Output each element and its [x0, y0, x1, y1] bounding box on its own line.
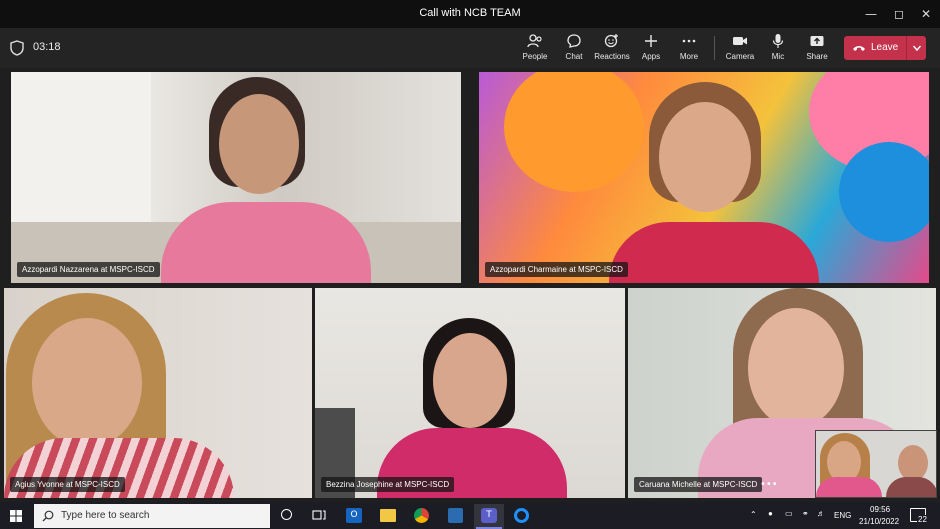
chat-icon — [567, 34, 581, 48]
network-app-icon[interactable] — [448, 508, 463, 523]
meeting-toolbar: 03:18 People Chat Reactions Apps More Ca… — [0, 28, 940, 68]
participant-face — [219, 94, 299, 194]
windows-start-icon[interactable] — [10, 510, 22, 522]
chat-button[interactable]: Chat — [560, 31, 588, 65]
apps-label: Apps — [641, 52, 661, 61]
background-wall — [11, 72, 151, 222]
reactions-button[interactable]: Reactions — [594, 31, 630, 65]
people-button[interactable]: People — [520, 31, 550, 65]
windows-taskbar: Type here to search O T ⌃ ● ▭ ⚭ ♬ ENG 09… — [0, 502, 940, 529]
self-view[interactable] — [815, 430, 937, 498]
notification-count: 22 — [917, 515, 928, 524]
more-label: More — [679, 52, 699, 61]
participant-name: Agius Yvonne at MSPC-ISCD — [10, 477, 125, 492]
video-tile[interactable]: Agius Yvonne at MSPC-ISCD — [4, 288, 312, 498]
microphone-icon — [772, 34, 784, 48]
toolbar-divider — [714, 36, 715, 60]
phone-hangup-icon — [853, 46, 865, 51]
participant-shirt — [609, 222, 819, 283]
mic-button[interactable]: Mic — [766, 31, 790, 65]
leave-divider — [906, 36, 907, 60]
participant-face — [898, 445, 928, 481]
window-title-bar: Call with NCB TEAM — ◻ ✕ — [0, 0, 940, 28]
window-title: Call with NCB TEAM — [419, 7, 521, 19]
participant-shirt — [886, 477, 936, 497]
search-icon — [42, 510, 54, 522]
people-label: People — [522, 52, 548, 61]
chrome-icon[interactable] — [414, 508, 429, 523]
video-tile[interactable]: Bezzina Josephine at MSPC-ISCD — [315, 288, 625, 498]
more-button[interactable]: More — [676, 31, 702, 65]
minimize-icon[interactable]: — — [861, 4, 881, 24]
close-icon[interactable]: ✕ — [916, 4, 936, 24]
camera-button[interactable]: Camera — [724, 31, 756, 65]
search-input: Type here to search — [61, 510, 150, 521]
participant-name: Azzopardi Nazzarena at MSPC-ISCD — [17, 262, 160, 277]
camera-icon — [733, 37, 747, 45]
plus-icon — [645, 35, 657, 47]
participant-shirt — [161, 202, 371, 283]
taskbar-search-box[interactable]: Type here to search — [34, 504, 270, 528]
reactions-icon — [604, 34, 618, 48]
participant-face — [433, 333, 507, 428]
video-tile[interactable]: Azzopardi Nazzarena at MSPC-ISCD — [11, 72, 461, 283]
shield-icon — [10, 40, 24, 56]
participant-name: Bezzina Josephine at MSPC-ISCD — [321, 477, 455, 492]
tray-volume-icon[interactable]: ♬ — [817, 509, 825, 518]
teams-icon[interactable]: T — [481, 508, 497, 523]
tray-time[interactable]: 09:56 — [870, 505, 890, 514]
chevron-down-icon[interactable] — [912, 43, 922, 53]
participant-shirt — [816, 477, 882, 497]
meeting-timer: 03:18 — [33, 41, 61, 53]
mic-label: Mic — [771, 52, 785, 61]
tray-microphone-icon[interactable]: ● — [768, 509, 773, 518]
tray-battery-icon[interactable]: ▭ — [785, 509, 793, 518]
share-button[interactable]: Share — [803, 31, 831, 65]
task-view-icon[interactable] — [312, 509, 326, 521]
maximize-icon[interactable]: ◻ — [889, 4, 909, 24]
tray-date[interactable]: 21/10/2022 — [859, 517, 899, 526]
participant-face — [748, 308, 844, 428]
participant-face — [659, 102, 751, 212]
background-balloon — [839, 142, 929, 242]
tray-chevron-up-icon[interactable]: ⌃ — [750, 510, 757, 519]
tray-language[interactable]: ENG — [834, 511, 851, 520]
share-label: Share — [806, 52, 828, 61]
edge-icon[interactable] — [514, 508, 529, 523]
video-tile[interactable]: Azzopardi Charmaine at MSPC-ISCD — [479, 72, 929, 283]
tray-wifi-icon[interactable]: ⚭ — [802, 509, 809, 518]
outlook-icon[interactable]: O — [346, 508, 362, 523]
more-dots-icon — [682, 39, 696, 43]
participant-name: Caruana Michelle at MSPC-ISCD — [634, 477, 763, 492]
camera-label: Camera — [725, 52, 755, 61]
leave-button[interactable]: Leave — [844, 36, 926, 60]
apps-button[interactable]: Apps — [638, 31, 664, 65]
background-balloon — [504, 72, 644, 192]
participant-name: Azzopardi Charmaine at MSPC-ISCD — [485, 262, 628, 277]
reactions-label: Reactions — [594, 52, 630, 61]
participant-face — [32, 318, 142, 448]
people-icon — [527, 34, 542, 48]
share-icon — [810, 36, 824, 46]
cortana-icon[interactable] — [281, 509, 292, 520]
leave-label: Leave — [871, 42, 899, 53]
file-explorer-icon[interactable] — [380, 509, 396, 522]
chat-label: Chat — [565, 52, 583, 61]
tile-more-options-icon[interactable]: ••• — [760, 479, 778, 490]
